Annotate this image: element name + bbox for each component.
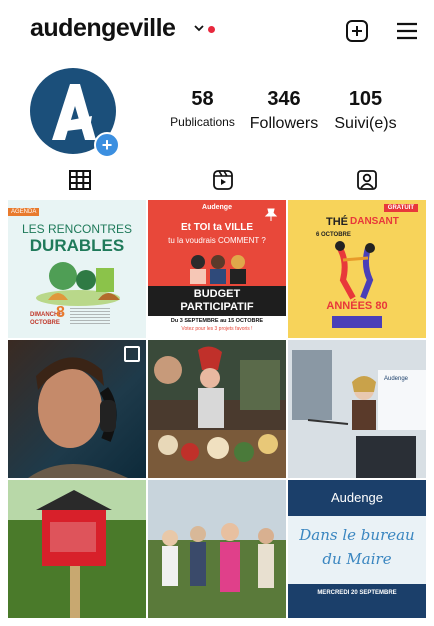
dancers-illustration <box>335 241 375 300</box>
post-title-1: Dans le bureau <box>299 526 415 544</box>
nature-illustration <box>36 262 120 306</box>
post-tag: AGENDA <box>8 208 40 216</box>
stat-publications[interactable]: 58 Publications <box>165 88 240 129</box>
post-dates: Du 3 SEPTEMBRE au 15 OCTOBRE <box>170 318 264 324</box>
post-title-2: PARTICIPATIF <box>180 301 254 313</box>
post-headline-2: tu la voudrais COMMENT ? <box>168 236 266 245</box>
photo-speaker-podium <box>288 340 426 478</box>
profile-header: 58 Publications 346 Followers 105 Suivi(… <box>0 60 434 160</box>
post-photo-market[interactable] <box>148 340 286 478</box>
event-info-box <box>332 316 382 328</box>
event-date: 6 OCTOBRE <box>316 232 351 238</box>
top-bar: audengeville <box>0 0 434 60</box>
post-photo-bookbox[interactable] <box>8 480 146 618</box>
post-photo-walk[interactable] <box>148 480 286 618</box>
post-title-1: THÉ <box>326 216 348 228</box>
photo-christmas-market <box>148 340 286 478</box>
menu-icon[interactable] <box>394 18 420 44</box>
add-story-icon[interactable]: + <box>94 132 120 158</box>
profile-username[interactable]: audengeville <box>30 14 176 43</box>
post-rencontres-durables[interactable]: AGENDA LES RENCONTRES DURABLES DIMANCHE … <box>8 200 146 338</box>
pin-icon <box>264 208 278 221</box>
stat-following[interactable]: 105 Suivi(e)s <box>328 88 403 133</box>
tagged-icon[interactable] <box>355 168 379 192</box>
post-title-1: BUDGET <box>193 288 241 300</box>
post-title-3: ANNÉES 80 <box>326 300 388 312</box>
stat-followers[interactable]: 346 Followers <box>243 88 325 133</box>
post-title-panel: Dans le bureau du Maire <box>288 516 426 584</box>
post-title-2: DANSANT <box>350 216 399 227</box>
notification-dot <box>208 26 215 33</box>
post-headline-1: Et TOI ta VILLE <box>180 222 254 233</box>
post-photo-speech[interactable]: Audenge <box>288 340 426 478</box>
photo-person-headphones <box>28 357 128 478</box>
people-illustration <box>190 255 246 284</box>
chevron-down-icon[interactable] <box>193 22 205 34</box>
new-post-icon[interactable] <box>344 18 370 44</box>
post-title-banner: BUDGET PARTICIPATIF <box>148 286 286 316</box>
post-badge: GRATUIT <box>383 204 418 212</box>
event-details-text <box>70 308 110 324</box>
profile-tabs <box>0 162 434 198</box>
photo-book-box <box>8 480 146 618</box>
photo-group-walk <box>148 480 286 618</box>
reels-icon[interactable] <box>211 168 235 192</box>
post-the-dansant[interactable]: GRATUIT THÉ DANSANT 6 OCTOBRE ANNÉES 80 <box>288 200 426 338</box>
post-title-line2: DURABLES <box>29 236 125 255</box>
event-date: MERCREDI 20 SEPTEMBRE <box>317 590 397 596</box>
post-photo-headphones[interactable] <box>8 340 146 478</box>
background-sign-text: Audenge <box>384 376 409 382</box>
post-budget-participatif[interactable]: Audenge Et TOI ta VILLE tu la voudrais C… <box>148 200 286 338</box>
grid-icon[interactable] <box>68 168 92 192</box>
post-title-line1: LES RENCONTRES <box>21 222 133 236</box>
event-month: OCTOBRE <box>30 320 60 326</box>
post-brand: Audenge <box>330 490 384 505</box>
post-dans-le-bureau-du-maire[interactable]: Audenge Dans le bureau du Maire MERCREDI… <box>288 480 426 618</box>
post-subtitle: Votez pour les 3 projets favoris ! <box>181 326 253 332</box>
post-title-2: du Maire <box>322 550 392 568</box>
posts-grid: AGENDA LES RENCONTRES DURABLES DIMANCHE … <box>8 200 426 618</box>
